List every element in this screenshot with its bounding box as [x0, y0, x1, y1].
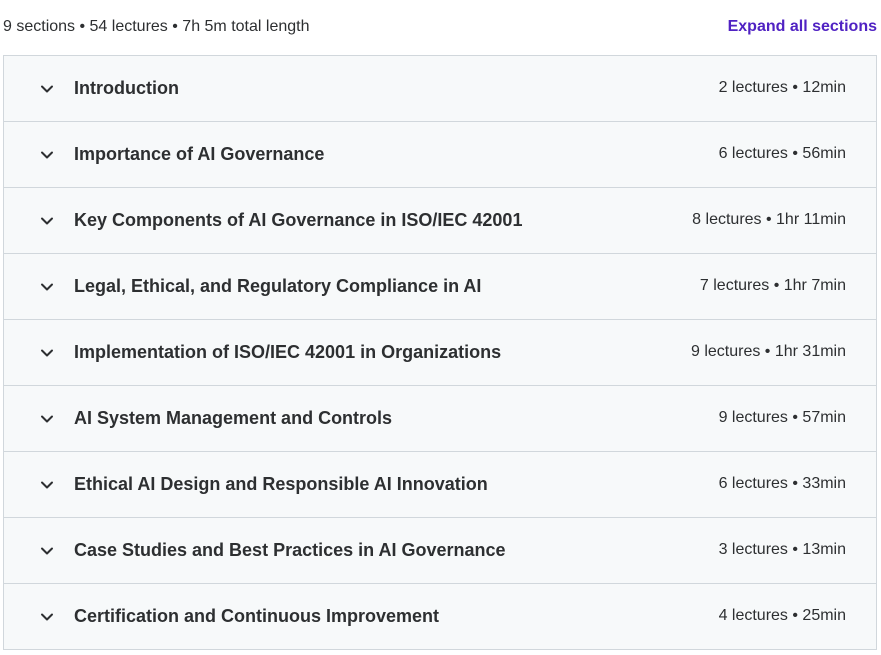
section-meta: 4 lectures • 25min	[718, 607, 846, 624]
chevron-down-icon	[40, 214, 54, 228]
curriculum-header: 9 sections • 54 lectures • 7h 5m total l…	[0, 0, 881, 56]
section-key-components[interactable]: Key Components of AI Governance in ISO/I…	[4, 188, 876, 254]
chevron-down-icon	[40, 412, 54, 426]
section-implementation[interactable]: Implementation of ISO/IEC 42001 in Organ…	[4, 320, 876, 386]
section-legal-ethical-regulatory[interactable]: Legal, Ethical, and Regulatory Complianc…	[4, 254, 876, 320]
section-title: Ethical AI Design and Responsible AI Inn…	[74, 474, 488, 494]
chevron-down-icon	[40, 82, 54, 96]
section-meta: 3 lectures • 13min	[718, 541, 846, 558]
section-title: Implementation of ISO/IEC 42001 in Organ…	[74, 342, 502, 362]
section-case-studies[interactable]: Case Studies and Best Practices in AI Go…	[4, 518, 876, 584]
section-meta: 2 lectures • 12min	[718, 79, 846, 96]
section-title: AI System Management and Controls	[74, 408, 393, 428]
section-ai-system-management[interactable]: AI System Management and Controls 9 lect…	[4, 386, 876, 452]
chevron-down-icon	[40, 346, 54, 360]
section-meta: 6 lectures • 56min	[718, 145, 846, 162]
section-certification[interactable]: Certification and Continuous Improvement…	[4, 584, 876, 650]
curriculum-accordion: Introduction 2 lectures • 12min Importan…	[3, 55, 877, 650]
section-title: Legal, Ethical, and Regulatory Complianc…	[74, 276, 482, 296]
curriculum-summary: 9 sections • 54 lectures • 7h 5m total l…	[3, 18, 310, 35]
section-meta: 8 lectures • 1hr 11min	[692, 211, 846, 228]
section-importance-of-ai-governance[interactable]: Importance of AI Governance 6 lectures •…	[4, 122, 876, 188]
section-title: Case Studies and Best Practices in AI Go…	[74, 540, 506, 560]
chevron-down-icon	[40, 544, 54, 558]
section-title: Introduction	[74, 78, 179, 98]
section-introduction[interactable]: Introduction 2 lectures • 12min	[4, 56, 876, 122]
section-meta: 6 lectures • 33min	[718, 475, 846, 492]
section-title: Certification and Continuous Improvement	[74, 606, 440, 626]
expand-all-sections-button[interactable]: Expand all sections	[728, 18, 877, 36]
chevron-down-icon	[40, 148, 54, 162]
chevron-down-icon	[40, 610, 54, 624]
section-title: Importance of AI Governance	[74, 144, 325, 164]
chevron-down-icon	[40, 280, 54, 294]
section-meta: 9 lectures • 57min	[718, 409, 846, 426]
section-meta: 7 lectures • 1hr 7min	[699, 277, 846, 294]
section-ethical-ai-design[interactable]: Ethical AI Design and Responsible AI Inn…	[4, 452, 876, 518]
chevron-down-icon	[40, 478, 54, 492]
section-meta: 9 lectures • 1hr 31min	[690, 343, 846, 360]
section-title: Key Components of AI Governance in ISO/I…	[74, 210, 523, 230]
